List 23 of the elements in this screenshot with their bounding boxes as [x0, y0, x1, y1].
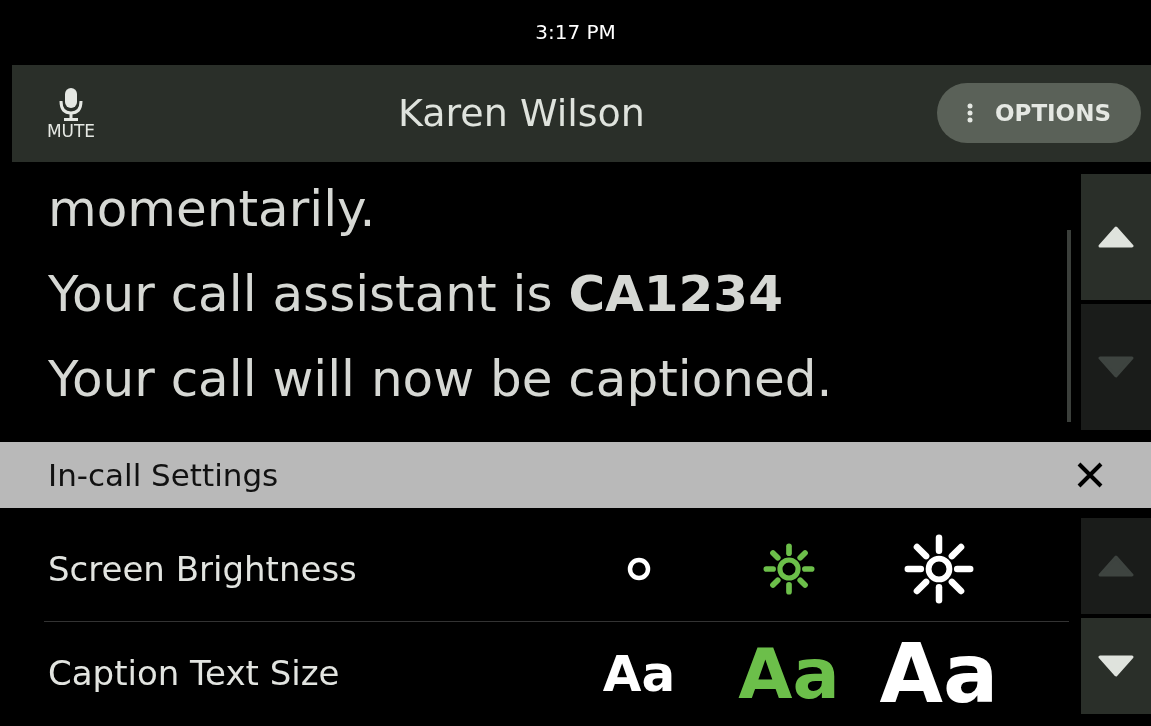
microphone-icon	[58, 87, 84, 121]
close-button[interactable]	[1077, 462, 1103, 489]
more-icon	[966, 103, 973, 124]
caller-name: Karen Wilson	[398, 90, 645, 137]
close-icon	[1077, 462, 1103, 489]
caption-line: Your call will now be captioned.	[48, 349, 834, 411]
up-arrow-icon	[1098, 226, 1134, 249]
text-size-option[interactable]: Aa	[738, 639, 840, 709]
text-size-option[interactable]: Aa	[602, 649, 676, 699]
status-time: 3:17 PM	[535, 19, 616, 47]
scroll-up-button[interactable]	[1081, 174, 1151, 301]
setting-label: Screen Brightness	[47, 548, 358, 591]
down-arrow-icon	[1098, 356, 1134, 379]
text-size-option[interactable]: Aa	[879, 633, 999, 715]
up-arrow-icon	[1098, 555, 1134, 577]
setting-label: Caption Text Size	[47, 652, 341, 696]
mute-button[interactable]: MUTE	[36, 87, 106, 140]
caption-line: Your call assistant is CA1234	[48, 264, 784, 326]
caption-line: momentarily.	[48, 179, 377, 241]
down-arrow-icon	[1098, 655, 1134, 677]
settings-title: In-call Settings	[48, 455, 280, 495]
scroll-down-button[interactable]	[1081, 618, 1151, 714]
options-button[interactable]: OPTIONS	[936, 83, 1141, 144]
